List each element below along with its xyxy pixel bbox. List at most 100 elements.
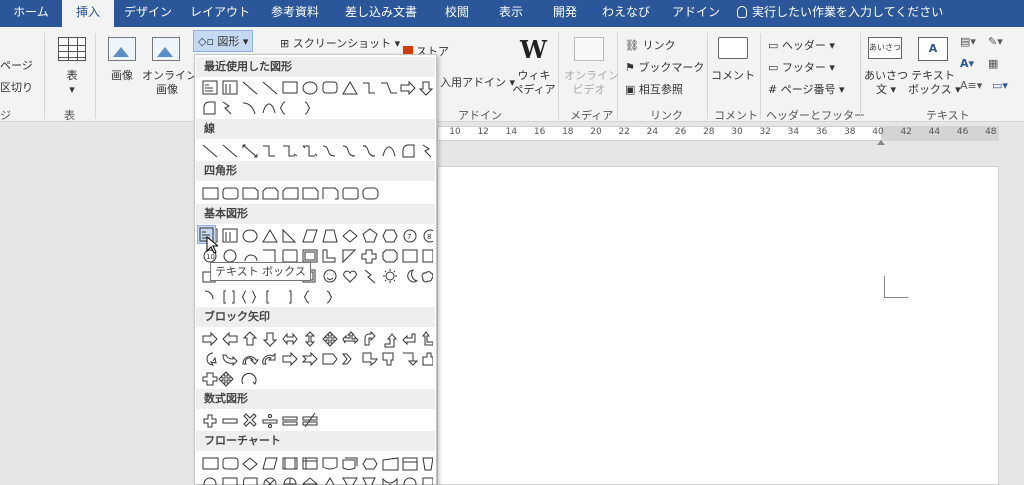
link-icon: ⛓ [625,39,639,52]
picture-button[interactable]: 画像 [102,69,142,83]
footer-label: フッター [781,61,826,74]
chevron-down-icon: ▾ [69,83,75,96]
greeting-label-2: 文 [875,83,887,96]
ruler-number: 30 [731,127,743,137]
ruler-number: 28 [703,127,715,137]
shapes-row-arrows-1[interactable] [201,330,433,348]
shapes-button[interactable]: ◇▫ 図形 ▾ [193,30,254,52]
dropcap-icon[interactable]: A≡▾ [960,79,982,92]
online-picture-button[interactable]: オンライン 画像 [142,69,197,97]
page-number-button[interactable]: # ページ番号 ▾ [768,81,845,97]
header-button[interactable]: ▭ ヘッダー ▾ [768,37,835,53]
screenshot-icon: ⊞ [280,37,290,50]
page-item[interactable]: ページ [0,57,33,73]
online-picture-label-2: 画像 [156,83,178,96]
shapes-row-basic-4[interactable] [201,288,433,306]
ruler-number: 20 [590,127,602,137]
wordart-icon[interactable]: A▾ [960,57,974,70]
chevron-down-icon: ▾ [394,37,401,50]
shapes-row-lines[interactable] [201,142,433,160]
tab-layout[interactable]: レイアウト [184,0,256,27]
break-item[interactable]: 区切り [0,79,33,95]
ruler-number: 40 [872,127,884,137]
page-label: ページ [0,59,33,72]
page-number-label: ページ番号 [780,83,836,96]
ruler-number: 24 [646,127,659,137]
tab-home[interactable]: ホーム [0,0,62,27]
shapes-row-basic-1[interactable]: 7 8 [201,227,433,245]
tell-me-search[interactable]: 実行したい作業を入力してください [737,0,943,27]
footer-button[interactable]: ▭ フッター ▾ [768,59,835,75]
wikipedia-button[interactable]: ウィキ ペディア [512,69,556,97]
tab-references[interactable]: 参考資料 [262,0,328,27]
screenshot-button[interactable]: ⊞ スクリーンショット ▾ [280,35,400,51]
ruler-number: 12 [477,127,489,137]
section-lines: 線 [196,119,435,139]
wiki-label-2: ペディア [512,83,556,96]
picture-icon [108,37,136,61]
document-page[interactable] [437,166,999,485]
ruler-number: 34 [787,127,800,137]
ruler-number: 22 [618,127,630,137]
header-label: ヘッダー [781,39,826,52]
tab-addins[interactable]: アドイン [668,0,724,27]
online-video-button[interactable]: オンライン ビデオ [564,69,619,97]
section-basic: 基本図形 [196,204,435,224]
indent-marker-icon[interactable] [877,140,885,145]
addins-group-label: アドイン [458,109,502,122]
lightbulb-icon [737,6,747,18]
shapes-row-arrows-2[interactable] [201,350,433,368]
tab-developer[interactable]: 開発 [544,0,586,27]
ruler-number: 48 [985,127,997,137]
shapes-row-flowchart-2[interactable] [201,475,433,485]
tab-review[interactable]: 校閲 [436,0,478,27]
ruler-number: 10 [449,127,461,137]
svg-text:7: 7 [407,233,411,241]
quickparts-icon[interactable]: ▤▾ [960,35,976,48]
greeting-button[interactable]: あいさつ文 ▾ [862,69,910,97]
shapes-row-recent-2[interactable] [201,99,433,117]
comment-button[interactable]: コメント [710,69,756,83]
shapes-row-equation[interactable] [201,412,433,430]
link-button[interactable]: ⛓ リンク [625,37,675,53]
shapes-row-recent-1[interactable] [201,79,433,97]
table-label: 表 [66,69,78,82]
ruler-number: 38 [844,127,856,137]
online-picture-label-1: オンライン [142,69,197,82]
wiki-label-1: ウィキ [517,69,551,82]
table-button[interactable]: 表 ▾ [52,69,92,97]
textbox-button[interactable]: テキスト ボックス ▾ [908,69,961,97]
table-group-label: 表 [64,109,75,122]
ribbon-tab-bar: ホーム 挿入 デザイン レイアウト 参考資料 差し込み文書 校閲 表示 開発 わ… [0,0,1024,27]
my-addins-label: 入用アドイン [440,76,506,89]
svg-text:8: 8 [427,233,431,241]
ruler-number: 36 [815,127,828,137]
textbox-label-1: テキスト [911,69,955,82]
textbox-label-2: ボックス [908,83,952,96]
online-video-icon [574,37,604,61]
chevron-down-icon: ▾ [242,35,249,48]
shapes-row-flowchart-1[interactable] [201,455,433,473]
signature-icon[interactable]: ✎▾ [988,35,1003,48]
shapes-row-arrows-3[interactable] [201,370,433,388]
tab-mailings[interactable]: 差し込み文書 [336,0,426,27]
shapes-row-rectangles[interactable] [201,185,433,203]
tab-insert[interactable]: 挿入 [62,0,114,27]
tab-design[interactable]: デザイン [116,0,180,27]
bookmark-button[interactable]: ⚑ ブックマーク [625,59,704,75]
wikipedia-icon: W [520,35,547,64]
crossref-button[interactable]: ▣ 相互参照 [625,81,683,97]
group-separator [760,33,761,119]
group-separator [558,33,559,119]
tab-waenavi[interactable]: わえなび [598,0,654,27]
online-video-label-1: オンライン [564,69,619,82]
bookmark-icon: ⚑ [625,61,635,74]
my-addins-button[interactable]: 入用アドイン ▾ [440,74,515,90]
tab-view[interactable]: 表示 [490,0,532,27]
object-icon[interactable]: ▭▾ [992,79,1008,92]
datetime-icon[interactable]: ▦ [988,57,998,70]
ruler-number: 18 [562,127,574,137]
ribbon-insert: ページ 区切り ジ 表 ▾ 表 画像 オンライン 画像 ◇▫ 図形 ▾ ⊞ スクリー… [0,27,1024,122]
table-icon [58,37,86,61]
crossref-label: 相互参照 [638,83,683,96]
